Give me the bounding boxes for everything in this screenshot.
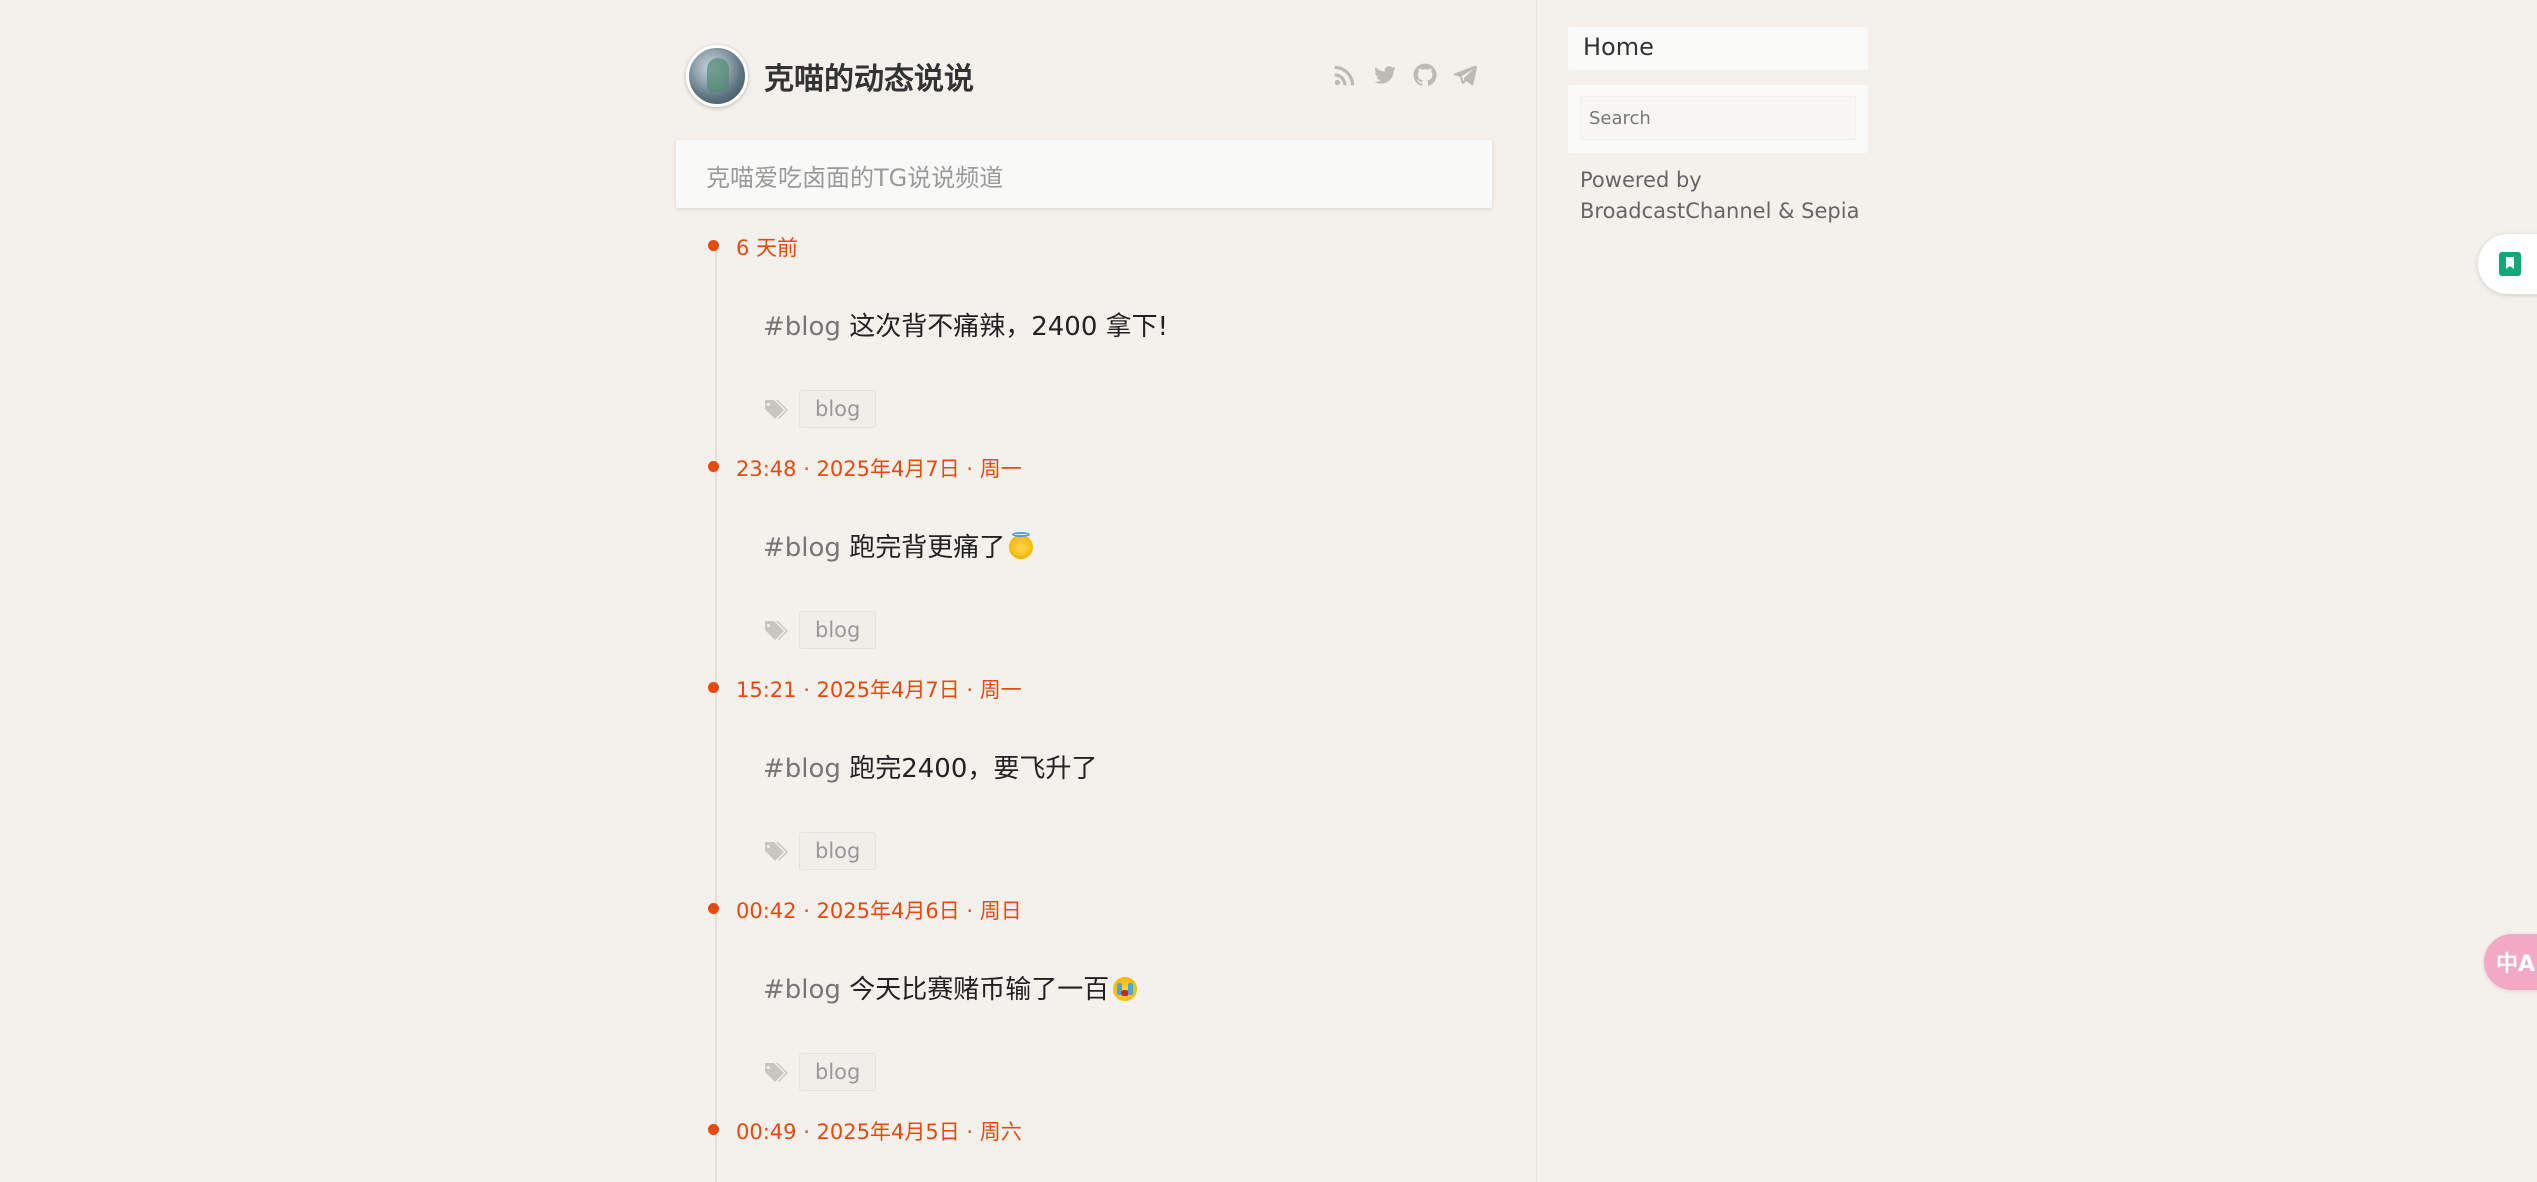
smiling-face-with-halo-icon xyxy=(1009,532,1034,559)
page: 克喵的动态说说 克喵爱吃卤面的TG说说频道 6 天前 #blog 这次背不痛辣，… xyxy=(0,0,2537,1182)
tag-icon xyxy=(763,619,789,641)
column-divider xyxy=(1536,0,1537,1182)
post-hashtag[interactable]: #blog xyxy=(763,533,841,563)
search-box xyxy=(1568,85,1868,153)
tag-chip[interactable]: blog xyxy=(799,832,877,870)
post-hashtag[interactable]: #blog xyxy=(763,975,841,1005)
telegram-icon[interactable] xyxy=(1452,62,1478,88)
post-text: 跑完背更痛了 xyxy=(840,533,1006,563)
post-text: 这次背不痛辣，2400 拿下! xyxy=(840,312,1169,342)
site-header: 克喵的动态说说 xyxy=(676,42,1492,110)
post-timeline: 6 天前 #blog 这次背不痛辣，2400 拿下! blog 23:48 · … xyxy=(676,220,1492,1182)
post-time[interactable]: 6 天前 xyxy=(736,232,798,262)
crying-face-icon xyxy=(1113,977,1138,1001)
tag-icon xyxy=(763,398,789,420)
post-content: #blog 跑完背更痛了 xyxy=(763,527,1034,564)
post-item: 23:48 · 2025年4月7日 · 周一 #blog 跑完背更痛了 blog xyxy=(676,441,1492,662)
timeline-dot xyxy=(708,903,719,914)
avatar[interactable] xyxy=(686,45,748,107)
site-title[interactable]: 克喵的动态说说 xyxy=(764,54,974,98)
rss-icon[interactable] xyxy=(1332,62,1358,88)
channel-description: 克喵爱吃卤面的TG说说频道 xyxy=(676,140,1492,208)
bookmark-icon xyxy=(2499,252,2521,276)
post-item: 00:49 · 2025年4月5日 · 周六 xyxy=(676,1104,1492,1182)
translate-icon: 中A xyxy=(2496,952,2536,977)
post-text: 跑完2400，要飞升了 xyxy=(840,754,1098,784)
tag-chip[interactable]: blog xyxy=(799,390,877,428)
timeline-dot xyxy=(708,461,719,472)
post-content: #blog 跑完2400，要飞升了 xyxy=(763,748,1097,785)
post-content: #blog 今天比赛赌币输了一百 xyxy=(763,969,1138,1006)
timeline-dot xyxy=(708,1124,719,1135)
home-link[interactable]: Home xyxy=(1568,27,1868,70)
tag-icon xyxy=(763,840,789,862)
post-item: 6 天前 #blog 这次背不痛辣，2400 拿下! blog xyxy=(676,220,1492,441)
post-time[interactable]: 15:21 · 2025年4月7日 · 周一 xyxy=(736,674,1022,704)
twitter-icon[interactable] xyxy=(1372,62,1398,88)
powered-by: Powered by BroadcastChannel & Sepia xyxy=(1580,168,1860,223)
github-icon[interactable] xyxy=(1412,62,1438,88)
post-item: 00:42 · 2025年4月6日 · 周日 #blog 今天比赛赌币输了一百 … xyxy=(676,883,1492,1104)
post-content: #blog 这次背不痛辣，2400 拿下! xyxy=(763,306,1168,343)
social-links xyxy=(1332,62,1478,88)
post-item: 15:21 · 2025年4月7日 · 周一 #blog 跑完2400，要飞升了… xyxy=(676,662,1492,883)
timeline-dot xyxy=(708,682,719,693)
post-time[interactable]: 00:49 · 2025年4月5日 · 周六 xyxy=(736,1116,1022,1146)
post-text: 今天比赛赌币输了一百 xyxy=(840,975,1110,1005)
tag-chip[interactable]: blog xyxy=(799,611,877,649)
post-hashtag[interactable]: #blog xyxy=(763,312,841,342)
search-input[interactable] xyxy=(1580,96,1856,140)
tag-icon xyxy=(763,1061,789,1083)
post-time[interactable]: 23:48 · 2025年4月7日 · 周一 xyxy=(736,453,1022,483)
tag-chip[interactable]: blog xyxy=(799,1053,877,1091)
translate-widget[interactable]: 中A xyxy=(2484,934,2537,990)
timeline-dot xyxy=(708,240,719,251)
post-time[interactable]: 00:42 · 2025年4月6日 · 周日 xyxy=(736,895,1022,925)
bookmark-widget[interactable] xyxy=(2478,234,2537,294)
post-hashtag[interactable]: #blog xyxy=(763,754,841,784)
